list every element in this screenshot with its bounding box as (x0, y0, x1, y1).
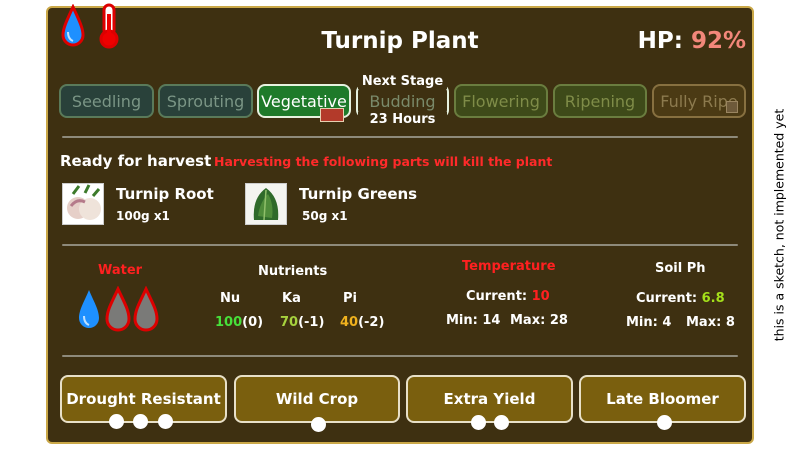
trait-level-dot (657, 415, 672, 430)
trait-extra-yield[interactable]: Extra Yield (406, 375, 573, 423)
trait-label: Drought Resistant (66, 390, 221, 408)
stage-seedling[interactable]: Seedling (59, 84, 154, 118)
crop-amount: 50g x1 (302, 209, 348, 223)
crop-name: Turnip Root (116, 185, 214, 203)
stage-flowering[interactable]: Flowering (454, 84, 548, 118)
hp-label: HP: (637, 28, 683, 54)
crop-name: Turnip Greens (299, 185, 418, 203)
turnip-root-icon (63, 184, 103, 224)
trait-level-dot (494, 415, 509, 430)
divider (62, 355, 738, 357)
soil-ph-label: Soil Ph (655, 261, 706, 276)
stage-label: Ripening (564, 91, 636, 111)
turnip-greens-icon (246, 184, 286, 224)
stage-label: Sprouting (166, 91, 245, 111)
turnip-root-image[interactable] (62, 183, 104, 225)
next-stage-time: 23 Hours (358, 112, 447, 127)
ready-for-harvest-label: Ready for harvest (60, 152, 212, 170)
temperature-current: Current: 10 (466, 289, 550, 304)
water-drop-empty-icon (105, 286, 131, 332)
divider (62, 244, 738, 246)
crop-amount: 100g x1 (116, 209, 170, 223)
trait-level-dot (109, 414, 124, 429)
water-label: Water (98, 263, 143, 278)
temperature-label: Temperature (462, 259, 556, 274)
nutrients-label: Nutrients (258, 264, 328, 279)
stage-ripening[interactable]: Ripening (553, 84, 647, 118)
stage-fully-ripe[interactable]: Fully Ripe (652, 84, 746, 118)
trait-label: Wild Crop (275, 390, 359, 408)
stage-label: Flowering (462, 91, 540, 111)
seed-icon (320, 108, 344, 122)
stage-budding[interactable]: Next Stage Budding 23 Hours (356, 74, 449, 127)
turnip-greens-image[interactable] (245, 183, 287, 225)
ripe-icon (726, 101, 738, 113)
nutrient-abbr: Nu (220, 291, 241, 306)
trait-label: Extra Yield (443, 390, 536, 408)
hp-value: 92% (690, 28, 746, 54)
soil-ph-min: Min: 4 (626, 315, 672, 330)
trait-label: Late Bloomer (606, 390, 719, 408)
divider (62, 136, 738, 138)
soil-ph-max: Max: 8 (686, 315, 735, 330)
nutrient-abbr: Ka (282, 291, 301, 306)
trait-level-dot (471, 415, 486, 430)
hp-display: HP: 92% (638, 28, 746, 54)
next-stage-header: Next Stage (358, 74, 447, 89)
plant-panel: Turnip Plant HP: 92% Seedling Sprouting … (46, 3, 754, 444)
nutrient-ka-value: 70(-1) (280, 315, 325, 330)
temperature-min: Min: 14 (446, 313, 501, 328)
trait-level-dot (311, 417, 326, 432)
nutrient-pi-value: 40(-2) (340, 315, 385, 330)
trait-level-dot (133, 414, 148, 429)
stage-vegetative[interactable]: Vegetative (257, 84, 351, 122)
nutrient-abbr: Pi (343, 291, 357, 306)
water-drop-empty-icon (133, 286, 159, 332)
stage-sprouting[interactable]: Sprouting (158, 84, 253, 118)
stage-label: Seedling (71, 91, 142, 111)
sketch-note: this is a sketch, not implemented yet (771, 108, 787, 342)
temperature-max: Max: 28 (510, 313, 568, 328)
stage-label: Budding (369, 91, 436, 111)
trait-level-dot (158, 414, 173, 429)
harvest-warning: Harvesting the following parts will kill… (214, 154, 553, 169)
soil-ph-current: Current: 6.8 (636, 291, 725, 306)
water-drop-filled-icon (79, 290, 99, 328)
trait-wild-crop[interactable]: Wild Crop (234, 375, 400, 423)
nutrient-nu-value: 100(0) (215, 315, 264, 330)
